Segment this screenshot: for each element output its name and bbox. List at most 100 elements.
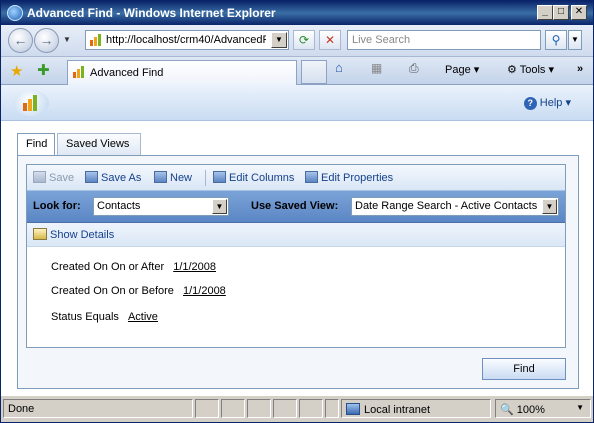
status-pane: [195, 399, 219, 418]
browser-tab-label: Advanced Find: [90, 67, 164, 79]
status-pane: [221, 399, 245, 418]
criteria-row: Status Equals Active: [51, 311, 158, 323]
criteria-operator: On or After: [110, 261, 165, 273]
criteria-field: Created On: [51, 285, 108, 297]
query-toolbar: Save Save As New Edit Columns Edit Prope…: [27, 165, 565, 191]
save-icon: [33, 171, 46, 183]
add-favorites-icon[interactable]: ✚: [37, 61, 50, 79]
crm-header: ? Help ▾: [1, 85, 593, 121]
criteria-row: Created On On or After 1/1/2008: [51, 261, 216, 273]
help-icon: ?: [523, 97, 537, 110]
intranet-zone-icon: [346, 403, 360, 415]
zoom-level: 100%: [516, 404, 545, 416]
edit-properties-button[interactable]: Edit Properties: [305, 171, 393, 184]
help-label: Help: [539, 97, 563, 109]
back-button[interactable]: ←: [8, 28, 33, 53]
zoom-icon: 🔍: [500, 404, 514, 416]
edit-properties-icon: [305, 171, 318, 183]
feeds-icon[interactable]: ▦: [371, 61, 382, 75]
status-text: Done: [3, 399, 193, 418]
chevron-down-icon: ▼: [542, 199, 557, 214]
new-tab-button[interactable]: [301, 60, 327, 84]
ie-logo-icon: [7, 5, 23, 21]
criteria-value-link[interactable]: 1/1/2008: [183, 285, 226, 297]
save-button[interactable]: Save: [33, 171, 74, 184]
forward-button[interactable]: →: [34, 28, 59, 53]
print-icon[interactable]: ⎙: [409, 61, 419, 76]
window-title: Advanced Find - Windows Internet Explore…: [27, 6, 276, 20]
page-menu[interactable]: Page ▾: [445, 63, 479, 76]
find-button[interactable]: Find: [482, 358, 566, 380]
save-as-button[interactable]: Save As: [85, 171, 141, 184]
edit-columns-icon: [213, 171, 226, 183]
address-field[interactable]: http://localhost/crm40/AdvancedF ▼: [85, 30, 289, 50]
address-url: http://localhost/crm40/AdvancedF: [106, 34, 266, 46]
favorites-star-icon[interactable]: ★: [10, 62, 23, 80]
show-details-link[interactable]: Show Details: [33, 228, 114, 241]
tools-menu[interactable]: ⚙ Tools ▾: [507, 63, 554, 76]
edit-columns-label: Edit Columns: [229, 172, 295, 184]
details-bar: Show Details: [27, 223, 565, 247]
criteria-field: Created On: [51, 261, 108, 273]
security-zone[interactable]: Local intranet: [341, 399, 491, 418]
more-commands-chevron-icon[interactable]: »: [577, 63, 583, 75]
look-for-bar: Look for: Contacts ▼ Use Saved View: Dat…: [27, 191, 565, 223]
title-bar: Advanced Find - Windows Internet Explore…: [1, 1, 593, 25]
help-menu[interactable]: ? Help ▾: [523, 96, 571, 110]
zoom-dropdown-icon: ▼: [576, 403, 584, 412]
chevron-down-icon: ▼: [212, 199, 227, 214]
close-button[interactable]: ✕: [571, 5, 587, 20]
show-details-label: Show Details: [50, 229, 115, 241]
browser-window: Advanced Find - Windows Internet Explore…: [0, 0, 594, 423]
save-label: Save: [49, 172, 75, 184]
look-for-select[interactable]: Contacts ▼: [93, 197, 229, 216]
status-pane: [325, 399, 339, 418]
home-icon[interactable]: ⌂: [335, 60, 343, 75]
crm-site-icon: [73, 66, 84, 78]
status-bar: Done Local intranet 🔍 100% ▼: [1, 395, 593, 422]
address-dropdown-icon[interactable]: ▼: [271, 32, 287, 48]
crm-logo-icon: [13, 90, 49, 116]
search-icon[interactable]: ⚲: [545, 30, 567, 50]
search-input[interactable]: Live Search: [347, 30, 541, 50]
look-for-label: Look for:: [33, 200, 81, 212]
zone-label: Local intranet: [364, 404, 431, 416]
status-pane: [247, 399, 271, 418]
refresh-button[interactable]: ⟳: [293, 30, 315, 50]
help-dropdown-icon: ▾: [565, 97, 571, 109]
criteria-row: Created On On or Before 1/1/2008: [51, 285, 226, 297]
tab-saved-views[interactable]: Saved Views: [57, 133, 141, 155]
history-dropdown-icon[interactable]: ▼: [63, 35, 71, 44]
browser-tab-row: ★ ✚ Advanced Find ⌂ ▦ ⎙ Page ▾ ⚙ Tools ▾…: [1, 57, 593, 85]
details-icon: [33, 228, 47, 240]
edit-properties-label: Edit Properties: [321, 172, 394, 184]
zoom-control[interactable]: 🔍 100% ▼: [495, 399, 591, 418]
criteria-value-link[interactable]: Active: [128, 311, 158, 323]
address-bar-row: ← → ▼ http://localhost/crm40/AdvancedF ▼…: [1, 25, 593, 57]
page-content: ? Help ▾ Find Saved Views Save Save As Ne…: [1, 85, 593, 395]
tab-find[interactable]: Find: [17, 133, 55, 156]
query-builder: Save Save As New Edit Columns Edit Prope…: [26, 164, 566, 348]
criteria-operator: On or Before: [110, 285, 174, 297]
criteria-value-link[interactable]: 1/1/2008: [173, 261, 216, 273]
find-panel: Save Save As New Edit Columns Edit Prope…: [17, 155, 579, 389]
status-pane: [299, 399, 323, 418]
save-as-icon: [85, 171, 98, 183]
crm-site-icon: [90, 34, 101, 46]
stop-button[interactable]: ✕: [319, 30, 341, 50]
minimize-button[interactable]: _: [537, 5, 553, 20]
new-query-icon: [154, 171, 167, 183]
look-for-value: Contacts: [97, 200, 141, 212]
browser-tab-advanced-find[interactable]: Advanced Find: [67, 60, 297, 85]
saved-view-value: Date Range Search - Active Contacts: [355, 200, 538, 212]
maximize-button[interactable]: □: [553, 5, 569, 20]
status-pane: [273, 399, 297, 418]
new-label: New: [170, 172, 193, 184]
saved-view-label: Use Saved View:: [251, 200, 339, 212]
criteria-field: Status: [51, 311, 83, 323]
new-button[interactable]: New: [154, 171, 192, 184]
edit-columns-button[interactable]: Edit Columns: [213, 171, 294, 184]
saved-view-select[interactable]: Date Range Search - Active Contacts ▼: [351, 197, 559, 216]
search-options-dropdown-icon[interactable]: ▼: [568, 30, 582, 50]
save-as-label: Save As: [101, 172, 142, 184]
